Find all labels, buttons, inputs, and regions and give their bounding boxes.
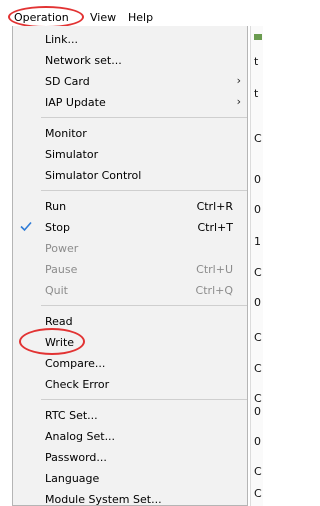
menu-item-pause[interactable]: Pause Ctrl+U — [13, 259, 247, 280]
menu-operation[interactable]: Operation — [14, 11, 69, 25]
menu-help[interactable]: Help — [128, 11, 153, 25]
text-fragment: C — [254, 331, 262, 344]
menu-separator — [41, 399, 247, 400]
text-fragment: 0 — [254, 173, 261, 186]
menu-item-label: RTC Set... — [45, 409, 98, 422]
menu-item-analog-set[interactable]: Analog Set... — [13, 426, 247, 447]
text-fragment: C — [254, 362, 262, 375]
menu-item-sd-card[interactable]: SD Card › — [13, 71, 247, 92]
menu-separator — [41, 305, 247, 306]
menu-item-label: Compare... — [45, 357, 106, 370]
menu-item-label: Analog Set... — [45, 430, 116, 443]
menu-item-label: Stop — [45, 221, 71, 234]
menu-item-read[interactable]: Read — [13, 311, 247, 332]
chevron-right-icon: › — [236, 95, 241, 108]
menu-item-module-system-set[interactable]: Module System Set... — [13, 489, 247, 506]
menu-item-write[interactable]: Write — [13, 328, 247, 355]
menu-item-label: Write — [45, 336, 75, 349]
menu-item-label: Pause — [45, 263, 78, 276]
menu-item-label: Link... — [45, 33, 79, 46]
menu-item-language[interactable]: Language — [13, 468, 247, 489]
toolbar-fragment — [254, 34, 262, 40]
menu-item-iap-update[interactable]: IAP Update › — [13, 92, 247, 113]
menu-item-password[interactable]: Password... — [13, 447, 247, 468]
menu-item-label: Network set... — [45, 54, 122, 67]
menu-item-label: SD Card — [45, 75, 90, 88]
checkmark-icon — [20, 221, 32, 232]
menu-item-label: Quit — [45, 284, 68, 297]
menu-item-check-error[interactable]: Check Error — [13, 374, 247, 395]
menu-item-label: Module System Set... — [45, 493, 162, 506]
menu-separator — [41, 190, 247, 191]
menu-item-link[interactable]: Link... — [13, 29, 247, 50]
menu-item-quit[interactable]: Quit Ctrl+Q — [13, 280, 247, 301]
shortcut-label: Ctrl+R — [196, 200, 233, 213]
text-fragment: 0 — [254, 203, 261, 216]
menu-separator — [41, 117, 247, 118]
background-window-strip: t t C 0 0 1 C 0 C C C 0 0 C C — [250, 26, 263, 506]
menu-view[interactable]: View — [90, 11, 116, 25]
menu-item-power[interactable]: Power — [13, 238, 247, 259]
text-fragment: t — [254, 55, 259, 68]
menu-item-label: Simulator — [45, 148, 99, 161]
operation-dropdown-menu: Link... Network set... SD Card › IAP Upda… — [12, 26, 248, 506]
shortcut-label: Ctrl+Q — [195, 284, 233, 297]
text-fragment: 0 — [254, 296, 261, 309]
menu-item-label: Run — [45, 200, 67, 213]
menu-item-run[interactable]: Run Ctrl+R — [13, 196, 247, 217]
menu-item-stop[interactable]: Stop Ctrl+T — [13, 217, 247, 238]
text-fragment: C — [254, 266, 262, 279]
menu-item-label: Check Error — [45, 378, 110, 391]
text-fragment: 0 — [254, 405, 261, 418]
shortcut-label: Ctrl+U — [196, 263, 233, 276]
text-fragment: C — [254, 465, 262, 478]
text-fragment: 0 — [254, 435, 261, 448]
menu-bar: Operation View Help — [0, 0, 262, 28]
menu-item-monitor[interactable]: Monitor — [13, 123, 247, 144]
menu-item-label: Simulator Control — [45, 169, 142, 182]
menu-item-network-set[interactable]: Network set... — [13, 50, 247, 71]
shortcut-label: Ctrl+T — [197, 221, 233, 234]
menu-item-label: Monitor — [45, 127, 87, 140]
menu-item-simulator[interactable]: Simulator — [13, 144, 247, 165]
menu-item-simulator-control[interactable]: Simulator Control — [13, 165, 247, 186]
chevron-right-icon: › — [236, 74, 241, 87]
menu-item-label: Password... — [45, 451, 107, 464]
menu-item-label: Read — [45, 315, 73, 328]
text-fragment: C — [254, 487, 262, 500]
menu-item-label: Language — [45, 472, 100, 485]
menu-item-rtc-set[interactable]: RTC Set... — [13, 405, 247, 426]
menu-item-label: IAP Update — [45, 96, 106, 109]
menu-item-label: Power — [45, 242, 79, 255]
menu-item-compare[interactable]: Compare... — [13, 353, 247, 374]
text-fragment: t — [254, 87, 259, 100]
text-fragment: 1 — [254, 235, 261, 248]
text-fragment: C — [254, 132, 262, 145]
text-fragment: C — [254, 392, 262, 405]
